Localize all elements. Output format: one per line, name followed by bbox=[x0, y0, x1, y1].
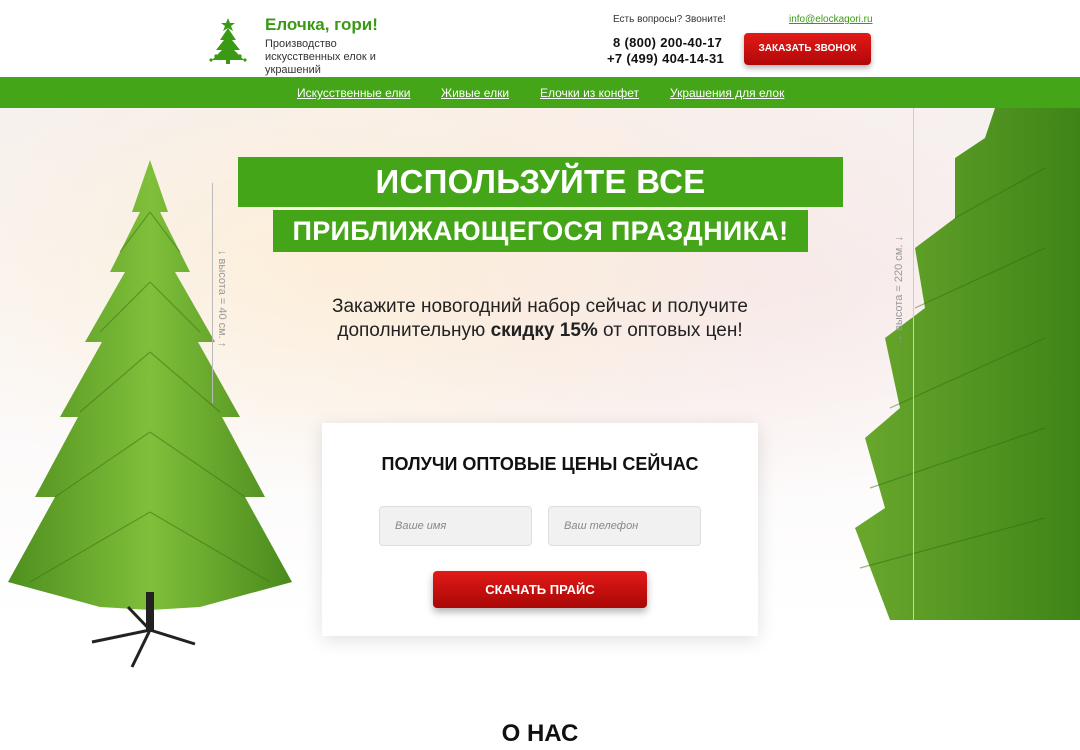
hero-lead-text: Закажите новогодний набор сейчас и получ… bbox=[290, 295, 790, 343]
lead-line-2-pre: дополнительную bbox=[337, 320, 491, 341]
about-section-title: О НАС bbox=[501, 720, 579, 747]
hero-headline-2: ПРИБЛИЖАЮЩЕГОСЯ ПРАЗДНИКА! bbox=[273, 210, 808, 252]
nav-item-live-trees[interactable]: Живые елки bbox=[441, 86, 509, 100]
lead-line-2-post: от оптовых цен! bbox=[597, 320, 743, 341]
download-price-button[interactable]: СКАЧАТЬ ПРАЙС bbox=[433, 571, 647, 608]
christmas-tree-logo-icon bbox=[209, 18, 247, 64]
height-right-label: → высота = 220 см. ↓ bbox=[893, 236, 905, 345]
lead-line-2: дополнительную скидку 15% от оптовых цен… bbox=[290, 319, 790, 343]
phone-input[interactable] bbox=[548, 506, 701, 546]
main-nav: Искусственные елки Живые елки Елочки из … bbox=[0, 77, 1080, 108]
height-left-ruler bbox=[212, 183, 213, 403]
lead-line-1: Закажите новогодний набор сейчас и получ… bbox=[331, 296, 748, 317]
nav-item-candy-trees[interactable]: Елочки из конфет bbox=[540, 86, 639, 100]
order-callback-button[interactable]: ЗАКАЗАТЬ ЗВОНОК bbox=[744, 33, 871, 65]
artificial-tree-image bbox=[8, 160, 292, 668]
price-request-form: ПОЛУЧИ ОПТОВЫЕ ЦЕНЫ СЕЙЧАС СКАЧАТЬ ПРАЙС bbox=[322, 423, 758, 636]
discount-highlight: скидку 15% bbox=[490, 320, 598, 341]
nav-item-tree-decorations[interactable]: Украшения для елок bbox=[670, 86, 784, 100]
live-tree-image bbox=[855, 108, 1080, 620]
phone-number-1[interactable]: 8 (800) 200-40-17 bbox=[613, 35, 722, 50]
name-input[interactable] bbox=[379, 506, 532, 546]
questions-text: Есть вопросы? Звоните! bbox=[613, 14, 726, 25]
height-right-ruler bbox=[913, 108, 914, 620]
email-link[interactable]: info@elockagori.ru bbox=[789, 14, 873, 25]
site-header: Елочка, гори! Производство искусственных… bbox=[0, 0, 1080, 77]
brand-title: Елочка, гори! bbox=[265, 15, 378, 34]
height-left-label: ↓ высота = 40 см. ↑ bbox=[216, 250, 228, 348]
form-title: ПОЛУЧИ ОПТОВЫЕ ЦЕНЫ СЕЙЧАС bbox=[381, 454, 699, 474]
nav-item-artificial-trees[interactable]: Искусственные елки bbox=[297, 86, 410, 100]
hero-headline-1: ИСПОЛЬЗУЙТЕ ВСЕ ВОЗМОЖНОСТИ bbox=[238, 157, 843, 250]
phone-number-2[interactable]: +7 (499) 404-14-31 bbox=[607, 51, 724, 66]
brand-subtitle: Производство искусственных елок и украше… bbox=[265, 38, 376, 76]
